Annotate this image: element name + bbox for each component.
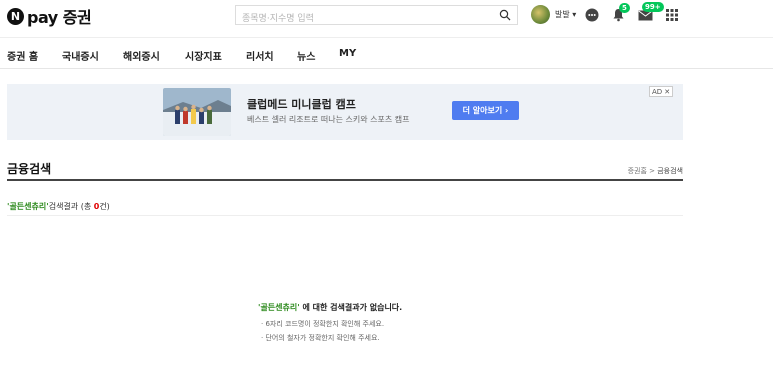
search-icon[interactable] [499,9,511,21]
ad-title[interactable]: 클럽메드 미니클럽 캠프 [247,96,356,112]
nav-item-research[interactable]: 리서치 [246,48,274,63]
bell-icon[interactable]: 5 [609,3,630,24]
mail-icon[interactable]: 99+ [636,2,664,24]
nav-item-news[interactable]: 뉴스 [297,48,315,63]
talk-icon[interactable] [583,6,601,24]
main-nav: 증권 홈 국내증시 해외증시 시장지표 리서치 뉴스 MY [0,37,773,69]
empty-text: 에 대한 검색결과가 없습니다. [299,303,403,312]
breadcrumb-separator: > [649,167,655,175]
ad-image[interactable] [163,88,231,136]
breadcrumb-current: 금융검색 [657,167,683,175]
result-query: '골든센츄리' [7,202,49,211]
ad-subtitle[interactable]: 베스트 셀러 리조트로 떠나는 스키와 스포츠 캠프 [247,114,409,125]
mail-badge: 99+ [642,2,664,12]
ad-tag-text: AD [652,87,663,96]
page-title: 금융검색 [7,162,52,176]
naver-n-icon: N [7,7,24,25]
section-divider [7,179,683,181]
npay-logo[interactable]: N pay 증권 [7,6,92,27]
result-count-prefix: (총 [78,202,94,211]
grid-menu-icon[interactable] [663,6,681,24]
ad-cta-button[interactable]: 더 알아보기 › [452,101,519,120]
search-box [235,5,518,28]
avatar[interactable] [531,5,550,24]
nav-item-my[interactable]: MY [339,48,356,59]
nav-item-domestic[interactable]: 국내증시 [62,48,99,63]
nav-item-home[interactable]: 증권 홈 [7,48,38,63]
empty-query: '골든센츄리' [258,303,300,312]
empty-tip: · 6자리 코드명이 정확한지 확인해 주세요. [261,320,385,328]
nav-item-market-index[interactable]: 시장지표 [185,48,222,63]
breadcrumb: 증권홈 > 금융검색 [628,166,683,176]
notification-badge: 5 [619,3,630,13]
breadcrumb-home[interactable]: 증권홈 [628,167,647,175]
top-bar: N pay 증권 발발 ▾ 5 99+ [0,0,773,36]
result-count-suffix: 건) [99,202,110,211]
empty-message: '골든센츄리' 에 대한 검색결과가 없습니다. [258,302,508,313]
ad-close-icon[interactable]: ✕ [664,88,670,96]
nav-item-overseas[interactable]: 해외증시 [123,48,160,63]
result-summary: '골든센츄리'검색결과 (총 0건) [7,201,110,212]
ad-banner[interactable]: 클럽메드 미니클럽 캠프 베스트 셀러 리조트로 떠나는 스키와 스포츠 캠프 … [7,84,683,140]
user-name-dropdown[interactable]: 발발 ▾ [555,9,576,20]
ad-label: AD ✕ [649,86,674,97]
search-input[interactable] [242,10,492,28]
empty-tip: · 단어의 철자가 정확한지 확인해 주세요. [261,334,380,342]
empty-state: '골든센츄리' 에 대한 검색결과가 없습니다. · 6자리 코드명이 정확한지… [258,302,508,343]
result-label: 검색결과 [48,202,79,211]
logo-text: pay 증권 [27,8,92,27]
result-divider [7,215,683,216]
